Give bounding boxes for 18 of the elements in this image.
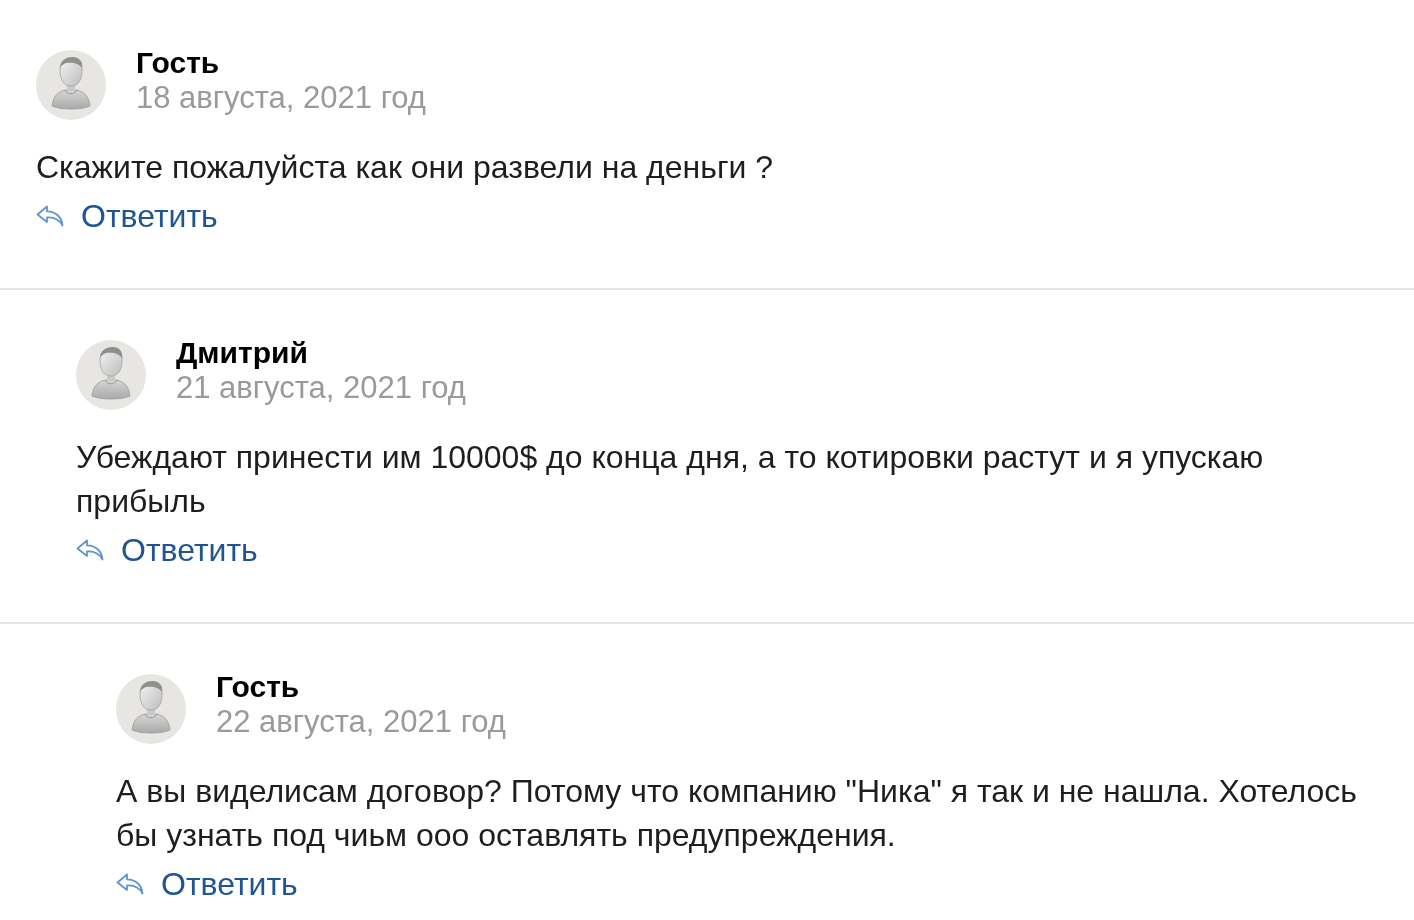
- comment-date: 21 августа, 2021 год: [176, 369, 466, 407]
- comment-text: А вы виделисам договор? Потому что компанию "Ника" я так и не нашла. Хотелось бы узнать под чиьм ооо оставлять предупреждения.: [116, 772, 1359, 855]
- comment-author: Гость: [216, 671, 301, 703]
- comment-author: Дмитрий: [176, 337, 309, 369]
- reply-link[interactable]: Ответить: [76, 530, 258, 570]
- user-avatar-icon: [116, 674, 186, 744]
- user-avatar-icon: [76, 340, 146, 410]
- comment-date: 22 августа, 2021 год: [216, 703, 506, 741]
- reply-arrow-icon: [116, 873, 144, 895]
- reply-arrow-icon: [36, 205, 64, 227]
- comment-author: Гость: [136, 47, 221, 79]
- reply-link[interactable]: Ответить: [116, 864, 298, 904]
- comment-date: 18 августа, 2021 год: [136, 79, 426, 117]
- comment-text: Убеждают принести им 10000$ до конца дня, а то котировки растут и я упускаю прибыль: [76, 438, 1265, 521]
- comment-text: Скажите пожалуйста как они развели на деньги ?: [36, 148, 774, 187]
- reply-link[interactable]: Ответить: [36, 196, 218, 236]
- reply-arrow-icon: [76, 539, 104, 561]
- user-avatar-icon: [36, 50, 106, 120]
